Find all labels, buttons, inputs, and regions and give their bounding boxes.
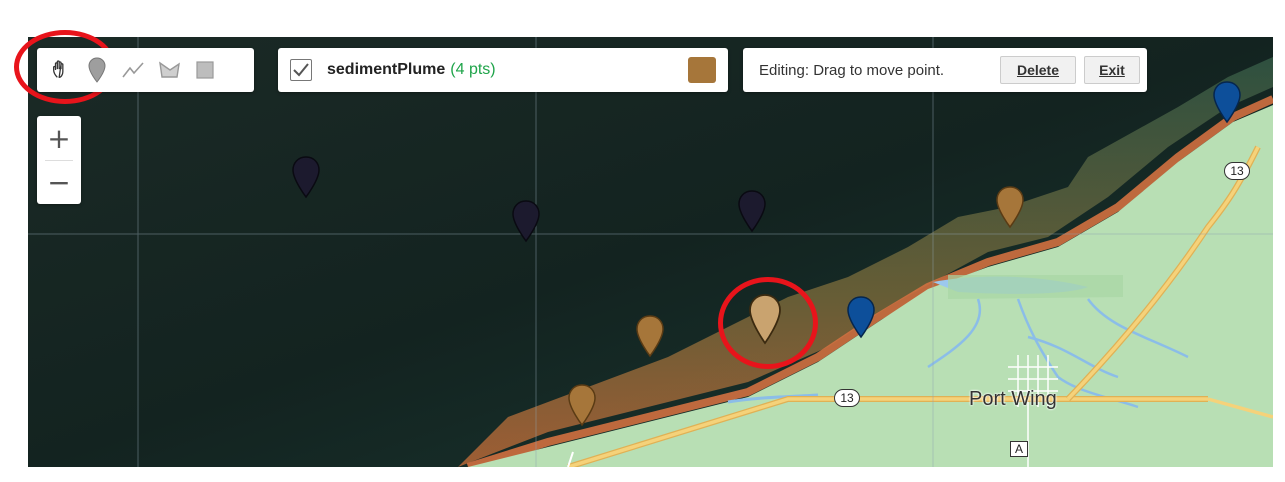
highway-13-shield: 13 [834,389,860,407]
polygon-icon [159,61,180,78]
layer-color-swatch[interactable] [688,57,716,83]
line-tool[interactable] [115,52,151,88]
exit-button[interactable]: Exit [1084,56,1140,84]
delete-button[interactable]: Delete [1000,56,1076,84]
layer-panel: sedimentPlume (4 pts) [278,48,728,92]
county-road-a-shield: A [1010,441,1028,457]
highway-13-shield-north: 13 [1224,162,1250,180]
satellite-basemap [28,37,1273,467]
wetland-area [948,275,1123,299]
blue-marker[interactable] [1212,80,1242,124]
polygon-tool[interactable] [151,52,187,88]
county-shield-text: A [1014,442,1023,456]
layer-visibility-checkbox[interactable] [290,59,312,81]
editing-message: Editing: Drag to move point. [759,61,945,79]
hand-icon [53,60,64,78]
sediment-marker[interactable] [635,314,665,358]
zoom-control: + − [37,116,81,204]
point-marker-tool[interactable] [79,52,115,88]
checkmark-icon [293,63,309,77]
pan-hand-tool[interactable] [43,52,79,88]
highway-shield-text: 13 [840,391,854,405]
polyline-icon [122,62,144,78]
layer-name[interactable]: sedimentPlume [327,61,445,79]
dark-marker[interactable] [291,155,321,199]
highway-shield-text: 13 [1230,164,1244,178]
sediment-marker[interactable] [567,383,597,427]
zoom-in-button[interactable]: + [37,116,81,160]
dark-marker[interactable] [737,189,767,233]
zoom-divider [45,160,73,161]
blue-marker[interactable] [846,295,876,339]
layer-point-count: (4 pts) [450,61,496,78]
rectangle-tool[interactable] [187,52,223,88]
editing-panel: Editing: Drag to move point. Delete Exit [743,48,1147,92]
drawing-toolbar [37,48,254,92]
selected-sediment-marker[interactable] [748,293,782,345]
map-canvas[interactable]: 13 13 A Port Wing [28,37,1273,467]
zoom-out-button[interactable]: − [37,160,81,204]
rectangle-icon [196,61,214,79]
marker-icon [88,57,106,83]
dark-marker[interactable] [511,199,541,243]
sediment-marker[interactable] [995,185,1025,229]
place-label-port-wing: Port Wing [969,388,1057,410]
